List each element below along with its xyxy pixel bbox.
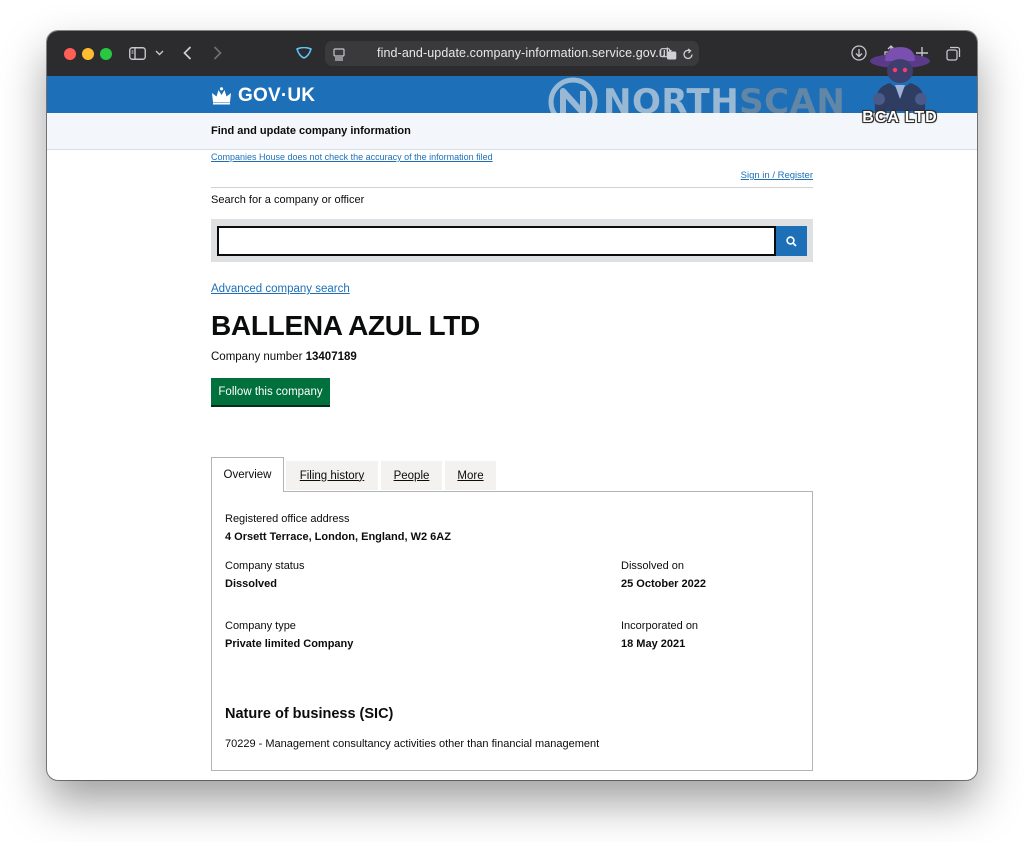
tab-people[interactable]: People (381, 461, 442, 490)
crown-icon (212, 87, 231, 105)
company-number: Company number 13407189 (211, 351, 357, 363)
url-text[interactable]: find-and-update.company-information.serv… (377, 46, 672, 60)
reload-icon[interactable] (680, 44, 696, 64)
company-name: BALLENA AZUL LTD (211, 310, 480, 341)
tab-overview[interactable]: Overview (211, 457, 284, 492)
registered-office-value: 4 Orsett Terrace, London, England, W2 6A… (225, 531, 451, 543)
shield-icon[interactable] (295, 43, 313, 63)
browser-window: find-and-update.company-information.serv… (47, 31, 977, 780)
search-input[interactable] (217, 226, 776, 256)
company-number-value: 13407189 (305, 351, 357, 363)
tab-filing-history[interactable]: Filing history (286, 461, 378, 490)
service-name[interactable]: Find and update company information (211, 125, 411, 137)
close-window-button[interactable] (64, 48, 76, 60)
advanced-search-link[interactable]: Advanced company search (211, 283, 350, 295)
sidebar-icon[interactable] (128, 43, 146, 63)
follow-company-button[interactable]: Follow this company (211, 378, 330, 405)
company-number-label: Company number (211, 351, 303, 363)
divider (211, 187, 813, 188)
registered-office-label: Registered office address (225, 513, 350, 525)
company-type-value: Private limited Company (225, 638, 354, 650)
hacker-mascot-icon (870, 47, 930, 111)
search-label: Search for a company or officer (211, 194, 365, 206)
incorporated-on-label: Incorporated on (621, 620, 699, 632)
tabs-overview-icon[interactable] (944, 43, 962, 63)
govuk-logo[interactable]: GOV·UK (211, 85, 315, 107)
address-bar[interactable]: find-and-update.company-information.serv… (325, 41, 699, 66)
accuracy-disclaimer-link[interactable]: Companies House does not check the accur… (211, 152, 493, 162)
search-container (211, 219, 813, 262)
dissolved-on-value: 25 October 2022 (621, 578, 706, 590)
translate-icon[interactable] (659, 44, 677, 64)
chevron-down-icon[interactable] (153, 43, 165, 63)
zoom-window-button[interactable] (100, 48, 112, 60)
back-icon[interactable] (180, 43, 194, 63)
overview-panel: Registered office address 4 Orsett Terra… (211, 491, 813, 771)
browser-toolbar: find-and-update.company-information.serv… (47, 31, 977, 76)
page-menu-icon[interactable] (331, 44, 347, 64)
minimize-window-button[interactable] (82, 48, 94, 60)
sign-in-link[interactable]: Sign in / Register (741, 170, 813, 181)
bca-text: BCA LTD (862, 109, 938, 126)
search-icon (786, 235, 797, 247)
forward-icon[interactable] (210, 43, 224, 63)
company-status-label: Company status (225, 560, 305, 572)
company-type-label: Company type (225, 620, 296, 632)
govuk-logo-text: GOV·UK (238, 85, 316, 106)
company-status-value: Dissolved (225, 578, 277, 590)
incorporated-on-value: 18 May 2021 (621, 638, 686, 650)
sic-heading: Nature of business (SIC) (225, 706, 394, 722)
service-navigation: Find and update company information (47, 113, 977, 150)
tab-more[interactable]: More (445, 461, 496, 490)
govuk-header: GOV·UK NORTHSCAN (47, 76, 977, 127)
sic-value: 70229 - Management consultancy activitie… (225, 738, 600, 750)
dissolved-on-label: Dissolved on (621, 560, 684, 572)
bca-watermark: BCA LTD (855, 41, 945, 133)
search-button[interactable] (776, 226, 807, 256)
